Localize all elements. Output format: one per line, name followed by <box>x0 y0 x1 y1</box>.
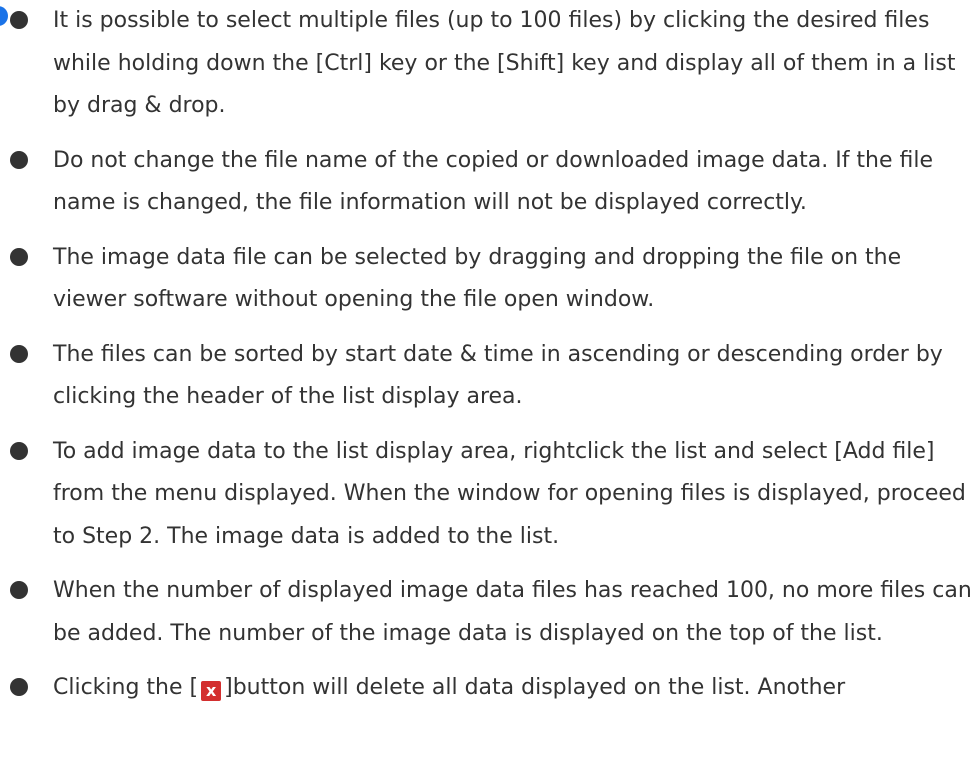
bullet-dot-icon <box>10 441 28 460</box>
list-item-text: Do not change the file name of the copie… <box>53 147 934 216</box>
list-item: Do not change the file name of the copie… <box>0 140 980 225</box>
list-item-text-before: Clicking the [ <box>53 675 199 700</box>
list-item-text: To add image data to the list display ar… <box>53 438 966 549</box>
bullet-dot-icon <box>10 581 28 599</box>
list-item: The files can be sorted by start date & … <box>0 334 980 419</box>
list-item: The image data file can be selected by d… <box>0 237 980 322</box>
bullet-dot-icon <box>10 344 28 363</box>
bullet-dot-icon <box>10 247 28 266</box>
list-item-text-after: ]button will delete all data displayed o… <box>224 675 846 700</box>
list-item-text: It is possible to select multiple files … <box>53 8 956 118</box>
bullet-dot-icon <box>10 150 28 169</box>
list-item: To add image data to the list display ar… <box>0 431 980 559</box>
list-item-text: The files can be sorted by start date & … <box>53 341 943 410</box>
bullet-dot-icon <box>10 678 28 696</box>
bullet-dot-icon <box>10 11 28 29</box>
delete-all-x-icon: x <box>201 681 222 701</box>
list-item: It is possible to select multiple files … <box>0 0 980 128</box>
list-item-text: When the number of displayed image data … <box>53 578 972 646</box>
list-item: Clicking the [x]button will delete all d… <box>0 667 980 710</box>
list-item-text: The image data file can be selected by d… <box>53 244 902 313</box>
document-page: It is possible to select multiple files … <box>0 0 980 780</box>
list-item: When the number of displayed image data … <box>0 570 980 655</box>
notes-bullet-list: It is possible to select multiple files … <box>0 0 980 710</box>
